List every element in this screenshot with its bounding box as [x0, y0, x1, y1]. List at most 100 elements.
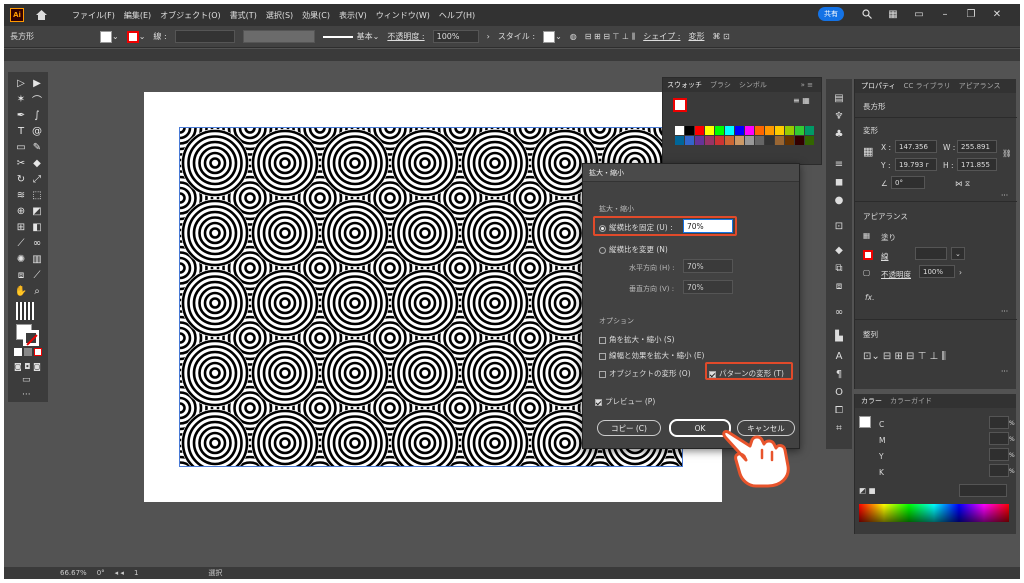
align-icons[interactable]: ⊟ ⊞ ⊟ ⊤ ⊥ ⫼	[585, 32, 635, 42]
channel-c-input[interactable]	[989, 416, 1009, 429]
swatch-chip[interactable]	[775, 136, 784, 145]
chevron-right-icon[interactable]: ›	[487, 32, 490, 41]
hand-tool-icon[interactable]: ✋	[14, 284, 28, 298]
swatch-chip[interactable]	[755, 126, 764, 135]
flip-icons[interactable]: ⋈ ⧖	[955, 179, 970, 189]
swatch-chip[interactable]	[735, 126, 744, 135]
vertical-scale-input[interactable]: 70%	[683, 280, 733, 294]
fx-button[interactable]: fx.	[865, 293, 874, 302]
menu-type[interactable]: 書式(T)	[230, 10, 257, 21]
dock-layers-icon[interactable]: ≡	[832, 157, 846, 171]
panel-menu-icon[interactable]: » ≡	[801, 81, 813, 89]
zoom-tool-icon[interactable]: ⌕	[30, 284, 44, 298]
angle-input[interactable]: 0°	[891, 176, 925, 189]
non-uniform-radio[interactable]: 縦横比を変更 (N)	[599, 244, 668, 255]
swatch-chip[interactable]	[675, 136, 684, 145]
fill-swatch[interactable]: ⌄	[100, 30, 119, 43]
constrain-proportions-icon[interactable]: ⛓	[1002, 149, 1012, 158]
transform-label[interactable]: 変形	[688, 31, 704, 42]
isolate-icon[interactable]: ⌘ ⊡	[712, 32, 729, 41]
mesh-tool-icon[interactable]: ⊞	[14, 220, 28, 234]
w-input[interactable]: 255.891	[957, 140, 997, 153]
swatch-chip[interactable]	[705, 126, 714, 135]
stroke-label[interactable]: 線	[881, 251, 889, 262]
perspective-tool-icon[interactable]: ◩	[30, 204, 44, 218]
opacity-input[interactable]: 100%	[919, 265, 955, 278]
transform-more-icon[interactable]: ···	[1001, 191, 1008, 200]
stroke-swatch-icon[interactable]	[863, 250, 873, 260]
tab-symbols[interactable]: シンボル	[739, 80, 767, 90]
swatch-chip[interactable]	[685, 136, 694, 145]
restore-icon[interactable]: ❐	[964, 7, 978, 21]
tab-properties[interactable]: プロパティ	[861, 81, 896, 91]
tab-color[interactable]: カラー	[861, 396, 882, 406]
style-swatch[interactable]: ⌄	[543, 30, 562, 43]
channel-k-input[interactable]	[989, 464, 1009, 477]
stroke-weight-field[interactable]	[174, 30, 235, 43]
spiral-tool-icon[interactable]: @	[30, 124, 44, 138]
channel-y-input[interactable]	[989, 448, 1009, 461]
swatch-chip[interactable]	[715, 126, 724, 135]
arrange-icon[interactable]: ▭	[912, 7, 926, 21]
menu-effect[interactable]: 効果(C)	[302, 10, 330, 21]
channel-m-input[interactable]	[989, 432, 1009, 445]
x-input[interactable]: 147.356	[895, 140, 937, 153]
menu-file[interactable]: ファイル(F)	[72, 10, 115, 21]
dock-align-icon[interactable]: ▙	[832, 329, 846, 343]
swatch-chip[interactable]	[675, 126, 684, 135]
shape-label[interactable]: シェイプ :	[643, 31, 680, 42]
artboard-tool-icon[interactable]: ⧈	[14, 268, 28, 282]
warp-tool-icon[interactable]: ≋	[14, 188, 28, 202]
shape-builder-tool-icon[interactable]: ⊕	[14, 204, 28, 218]
pencil-tool-icon[interactable]: ✎	[30, 140, 44, 154]
scale-tool-icon[interactable]: ⤢	[30, 172, 44, 186]
gradient-tool-icon[interactable]: ◧	[30, 220, 44, 234]
dock-paragraph-icon[interactable]: ¶	[832, 367, 846, 381]
appearance-more-icon[interactable]: ···	[1001, 307, 1008, 316]
none-white-black-swatches[interactable]: ◩ ■	[859, 486, 876, 495]
swatch-chip[interactable]	[765, 136, 774, 145]
graph-tool-icon[interactable]: ▥	[30, 252, 44, 266]
type-tool-icon[interactable]: T	[14, 124, 28, 138]
hex-input[interactable]	[959, 484, 1007, 497]
rotation-angle[interactable]: 0°	[97, 569, 105, 577]
opacity-field[interactable]: 100%	[432, 30, 479, 43]
stroke-style-select[interactable]: 基本 ⌄	[322, 31, 379, 42]
fill-stroke-indicator[interactable]	[16, 324, 40, 346]
dock-properties-icon[interactable]: ▤	[832, 91, 846, 105]
eyedropper-tool-icon[interactable]: ⟋	[14, 236, 28, 250]
lasso-tool-icon[interactable]: ⌒	[30, 92, 44, 107]
menu-object[interactable]: オブジェクト(O)	[160, 10, 221, 21]
uniform-scale-input[interactable]: 70%	[683, 219, 733, 233]
dock-appearance-icon[interactable]: ◆	[832, 243, 846, 257]
swatch-chip[interactable]	[695, 126, 704, 135]
minimize-icon[interactable]: –	[938, 7, 952, 21]
more-tools-icon[interactable]: ···	[22, 390, 31, 400]
align-buttons[interactable]: ⊡⌄ ⊟ ⊞ ⊟ ⊤ ⊥ ⫼	[863, 351, 946, 362]
direct-selection-tool-icon[interactable]: ▶	[30, 76, 44, 90]
swatch-chip[interactable]	[745, 126, 754, 135]
opacity-label[interactable]: 不透明度	[881, 269, 911, 280]
scale-strokes-checkbox[interactable]: 線幅と効果を拡大・縮小 (E)	[599, 350, 704, 361]
reference-point-icon[interactable]: ▦	[863, 145, 873, 158]
variable-width-field[interactable]	[242, 30, 315, 43]
color-spectrum[interactable]	[859, 504, 1009, 522]
dock-glyph-icon[interactable]: ⧠	[832, 403, 846, 417]
tab-swatches[interactable]: スウォッチ	[667, 80, 702, 90]
opacity-label[interactable]: 不透明度 :	[387, 31, 424, 42]
tab-cc-libraries[interactable]: CC ライブラリ	[904, 81, 951, 91]
transform-objects-checkbox[interactable]: オブジェクトの変形 (O)	[599, 368, 691, 379]
swatch-chip[interactable]	[765, 126, 774, 135]
dock-export-icon[interactable]: ⊡	[832, 219, 846, 233]
swatch-chip[interactable]	[805, 136, 814, 145]
scale-corners-checkbox[interactable]: 角を拡大・縮小 (S)	[599, 334, 675, 345]
swatch-chip[interactable]	[785, 126, 794, 135]
qr-style-icon[interactable]	[16, 302, 34, 320]
horizontal-scale-input[interactable]: 70%	[683, 259, 733, 273]
dock-opentype-icon[interactable]: O	[832, 385, 846, 399]
menu-view[interactable]: 表示(V)	[339, 10, 367, 21]
swatch-chip[interactable]	[795, 126, 804, 135]
dock-symbols-icon[interactable]: ♣	[832, 127, 846, 141]
curvature-tool-icon[interactable]: ∫	[30, 108, 44, 122]
eraser-tool-icon[interactable]: ◆	[30, 156, 44, 170]
